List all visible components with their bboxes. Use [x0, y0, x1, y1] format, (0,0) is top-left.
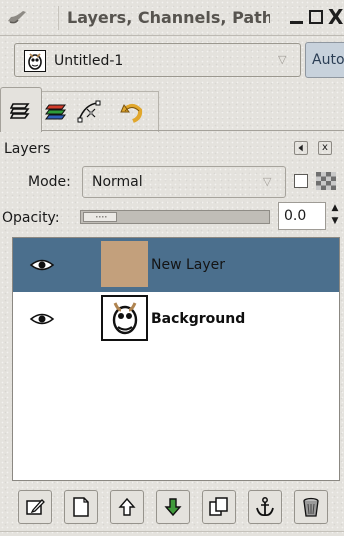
opacity-spinner[interactable]: ▲ ▼ — [328, 202, 342, 230]
layers-tab-icon — [10, 103, 30, 119]
delete-layer-icon — [303, 497, 319, 517]
window-title: Layers, Channels, Paths, — [58, 6, 270, 30]
mode-label: Mode: — [28, 174, 71, 190]
duplicate-layer-icon — [209, 497, 228, 516]
spin-up-icon[interactable]: ▲ — [328, 202, 342, 215]
layer-row-background[interactable]: Background — [13, 292, 339, 346]
layer-thumbnail — [101, 295, 148, 341]
gimp-wilber-icon — [112, 302, 138, 335]
layer-name: Background — [151, 311, 246, 327]
mode-value: Normal — [92, 174, 143, 190]
close-window-button[interactable]: X — [328, 6, 344, 28]
panel-close-button[interactable]: x — [318, 141, 332, 155]
bottom-divider — [0, 531, 344, 532]
layer-row-new-layer[interactable]: New Layer — [13, 238, 339, 292]
anchor-layer-button[interactable] — [248, 490, 282, 524]
new-layer-icon — [73, 497, 89, 517]
chevron-down-icon: ▽ — [278, 53, 287, 66]
lower-layer-icon — [164, 498, 182, 517]
image-name: Untitled-1 — [54, 53, 124, 69]
panel-menu-icon[interactable] — [294, 141, 308, 155]
tab-undo[interactable] — [106, 91, 159, 132]
gimp-wilber-icon — [24, 50, 46, 72]
channels-tab-icon — [45, 104, 66, 120]
checkerboard-icon — [316, 172, 336, 190]
tab-paths[interactable] — [72, 91, 107, 132]
window-titlebar: Layers, Channels, Paths, X — [0, 0, 344, 36]
edit-layer-icon — [26, 499, 45, 515]
paths-tab-icon — [77, 100, 101, 123]
keep-transparency-checkbox[interactable] — [294, 174, 308, 188]
window-menu-icon[interactable] — [6, 8, 28, 28]
edit-layer-button[interactable] — [18, 490, 52, 524]
mode-select[interactable]: Normal ▽ — [82, 166, 286, 198]
lower-layer-button[interactable] — [156, 490, 190, 524]
eye-icon[interactable] — [29, 311, 55, 327]
opacity-input[interactable]: 0.0 — [278, 202, 326, 230]
anchor-layer-icon — [256, 497, 274, 517]
opacity-label: Opacity: — [2, 210, 60, 226]
raise-layer-button[interactable] — [110, 490, 144, 524]
tab-divider — [0, 130, 344, 131]
layer-list[interactable]: New Layer Background — [12, 237, 340, 481]
raise-layer-icon — [118, 497, 136, 516]
dock-tabs — [0, 87, 344, 132]
grip-icon — [96, 216, 107, 218]
delete-layer-button[interactable] — [294, 490, 328, 524]
layer-name: New Layer — [151, 257, 226, 273]
layer-thumbnail — [101, 241, 148, 287]
chevron-down-icon: ▽ — [263, 175, 272, 188]
opacity-slider-handle[interactable] — [83, 212, 117, 222]
panel-title: Layers — [4, 141, 51, 157]
spin-down-icon[interactable]: ▼ — [328, 215, 342, 228]
auto-button[interactable]: Auto — [305, 42, 344, 78]
duplicate-layer-button[interactable] — [202, 490, 236, 524]
tab-channels[interactable] — [40, 91, 73, 132]
maximize-icon[interactable] — [307, 8, 325, 26]
undo-history-tab-icon — [120, 103, 143, 123]
opacity-slider[interactable] — [80, 210, 270, 224]
image-selector[interactable]: Untitled-1 ▽ — [14, 43, 301, 77]
tab-layers[interactable] — [0, 87, 42, 132]
minimize-icon[interactable] — [288, 12, 306, 26]
new-layer-button[interactable] — [64, 490, 98, 524]
eye-icon[interactable] — [29, 257, 55, 273]
